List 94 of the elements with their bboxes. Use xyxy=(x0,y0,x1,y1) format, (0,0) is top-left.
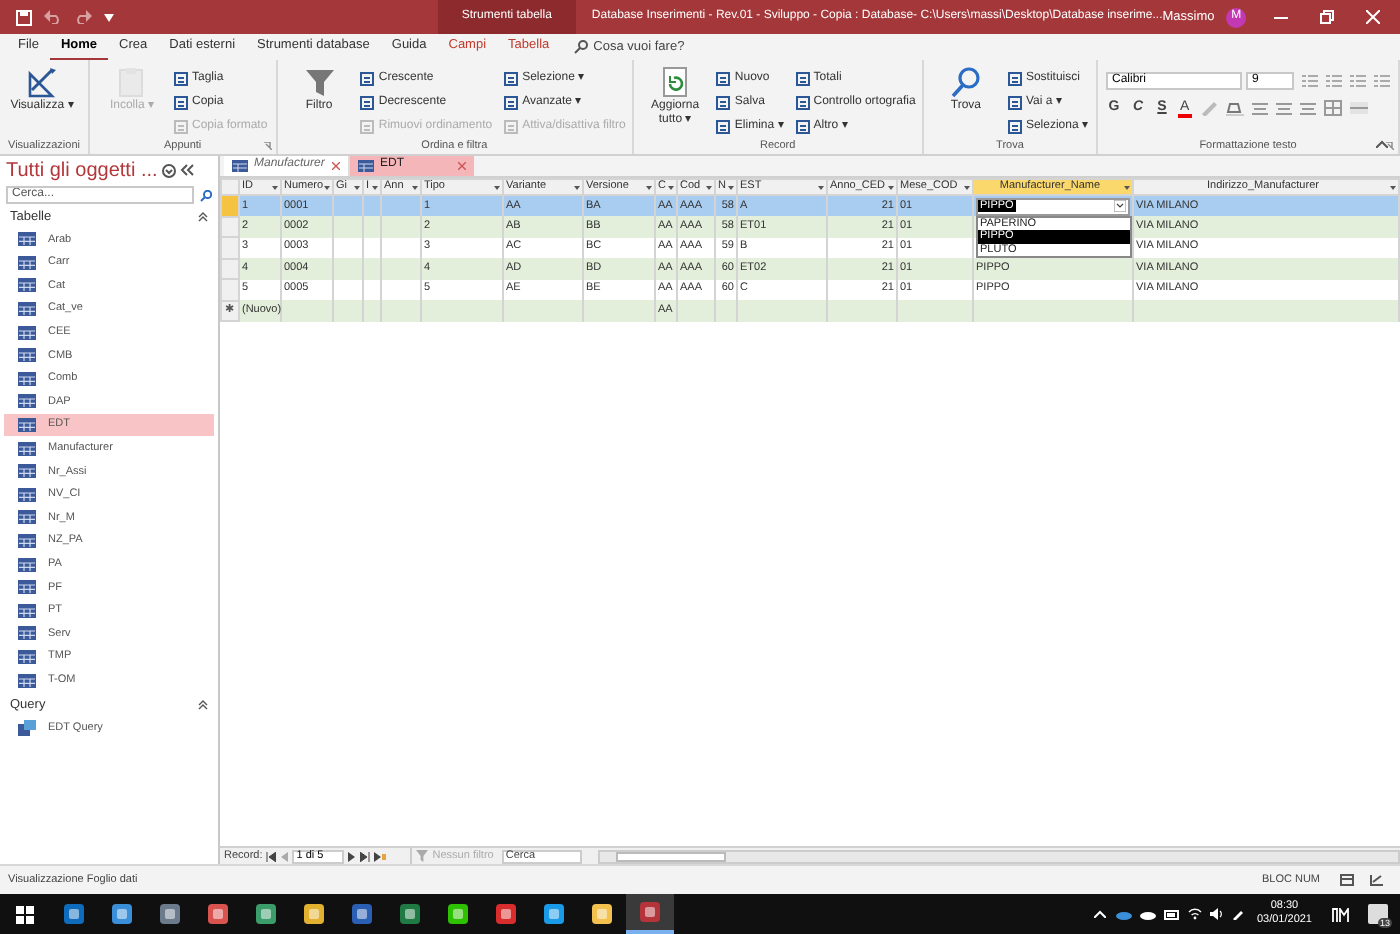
table-icon xyxy=(358,159,374,171)
launcher-icon[interactable] xyxy=(1386,142,1394,150)
input-method-icon[interactable] xyxy=(1332,907,1352,921)
table-icon xyxy=(232,159,248,171)
table-icon xyxy=(18,673,36,688)
speaker-icon[interactable] xyxy=(1210,908,1225,920)
toolbar-icon xyxy=(173,119,188,133)
app-icon xyxy=(112,904,132,924)
toolbar-icon xyxy=(795,119,810,133)
toolbar-icon xyxy=(716,71,731,85)
save-icon[interactable] xyxy=(16,9,32,25)
app-icon xyxy=(208,904,228,924)
table-icon xyxy=(18,510,36,525)
app-icon xyxy=(64,904,84,924)
table-icon xyxy=(18,348,36,363)
toolbar-icon xyxy=(504,119,519,133)
app-icon xyxy=(544,904,564,924)
toolbar-icon xyxy=(173,71,188,85)
align-icon[interactable] xyxy=(1251,101,1268,116)
toolbar-icon xyxy=(360,119,375,133)
table-icon xyxy=(18,278,36,293)
table-icon xyxy=(18,557,36,572)
pane-title: Tutti gli oggetti ... xyxy=(6,157,158,185)
app-icon xyxy=(592,904,612,924)
app-icon xyxy=(304,904,324,924)
align-icon[interactable] xyxy=(1299,101,1316,116)
toolbar-icon xyxy=(1007,95,1022,109)
toolbar-icon xyxy=(716,95,731,109)
new-record-icon[interactable] xyxy=(374,851,387,861)
battery-icon[interactable] xyxy=(1164,909,1181,919)
table-icon xyxy=(18,302,36,317)
redo-icon[interactable] xyxy=(74,10,92,24)
datasheet-view-icon[interactable] xyxy=(1340,874,1354,886)
refresh-icon xyxy=(659,66,692,98)
first-record-icon[interactable] xyxy=(266,851,277,861)
design-view-icon[interactable] xyxy=(1370,874,1384,886)
app-icon xyxy=(640,902,660,922)
search-icon xyxy=(573,40,588,54)
table-icon xyxy=(18,325,36,340)
undo-icon[interactable] xyxy=(44,10,62,24)
collapse-pane-icon[interactable] xyxy=(179,164,194,176)
restore-icon[interactable] xyxy=(1320,10,1334,24)
table-icon xyxy=(18,371,36,386)
table-icon xyxy=(18,649,36,664)
horizontal-scrollbar[interactable] xyxy=(597,849,1400,863)
pen-icon[interactable] xyxy=(1232,908,1245,920)
table-icon xyxy=(18,580,36,595)
toolbar-icon xyxy=(1007,71,1022,85)
table-icon xyxy=(18,626,36,641)
ruler-icon xyxy=(26,66,58,98)
collapse-section-icon[interactable] xyxy=(198,699,208,710)
app-icon xyxy=(448,904,468,924)
toolbar-icon xyxy=(795,95,810,109)
table-icon xyxy=(18,232,36,247)
customize-icon[interactable] xyxy=(104,13,114,21)
row-color-icon[interactable] xyxy=(1349,102,1368,115)
app-icon xyxy=(400,904,420,924)
table-icon xyxy=(18,441,36,456)
align-icon[interactable] xyxy=(1275,101,1292,116)
query-icon xyxy=(18,719,36,736)
table-icon xyxy=(18,487,36,502)
app-icon xyxy=(352,904,372,924)
wifi-icon[interactable] xyxy=(1188,908,1203,920)
table-icon xyxy=(18,394,36,409)
toolbar-icon xyxy=(360,95,375,109)
toolbar-icon xyxy=(795,71,810,85)
app-icon xyxy=(160,904,180,924)
toolbar-icon xyxy=(173,95,188,109)
collapse-icon[interactable] xyxy=(1376,140,1388,148)
table-icon xyxy=(18,255,36,270)
dropdown-icon[interactable] xyxy=(1114,200,1126,212)
table-icon xyxy=(18,418,36,433)
app-icon xyxy=(496,904,516,924)
toolbar-icon xyxy=(504,95,519,109)
app-icon xyxy=(256,904,276,924)
chevron-up-icon[interactable] xyxy=(1094,910,1107,918)
fill-bucket-icon[interactable] xyxy=(1225,100,1244,117)
table-icon xyxy=(18,603,36,618)
collapse-section-icon[interactable] xyxy=(198,212,208,222)
close-icon[interactable] xyxy=(332,161,340,169)
toolbar-icon xyxy=(360,71,375,85)
last-record-icon[interactable] xyxy=(360,851,371,861)
funnel-icon xyxy=(303,66,336,98)
launcher-icon[interactable] xyxy=(263,142,272,150)
gridlines-icon[interactable] xyxy=(1323,100,1342,117)
toolbar-icon xyxy=(504,71,519,85)
table-icon xyxy=(18,534,36,549)
search-icon xyxy=(949,66,982,98)
toolbar-icon xyxy=(1007,119,1022,133)
search-icon xyxy=(200,189,212,201)
start-icon[interactable] xyxy=(16,905,34,923)
table-icon xyxy=(18,464,36,479)
dropdown-circle-icon[interactable] xyxy=(161,163,176,177)
toolbar-icon xyxy=(716,119,731,133)
